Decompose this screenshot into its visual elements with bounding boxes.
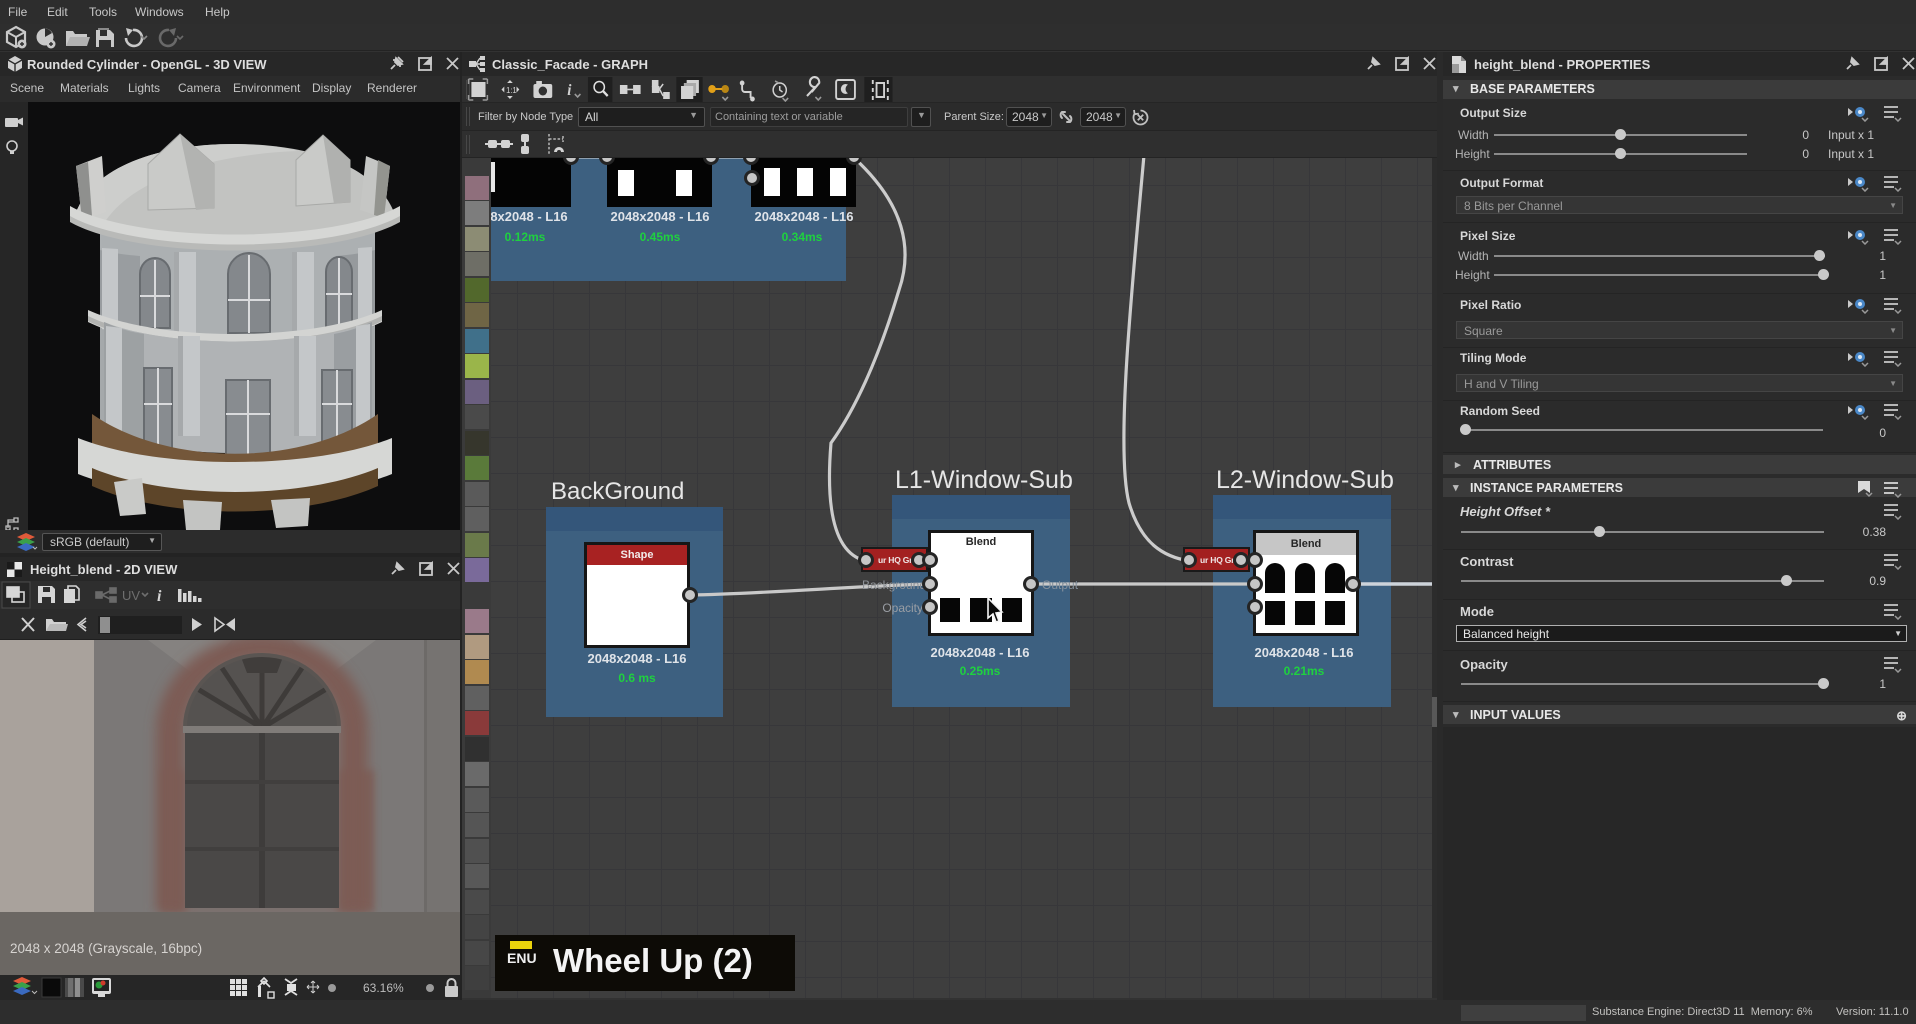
svg-text:i: i <box>157 588 162 605</box>
svg-text:i: i <box>567 82 572 100</box>
svg-text:2048 x 2048 (Grayscale, 16bpc): 2048 x 2048 (Grayscale, 16bpc) <box>10 941 202 956</box>
svg-text:63.16%: 63.16% <box>363 981 404 995</box>
svg-text:1:1: 1:1 <box>506 86 516 95</box>
svg-text:UV: UV <box>122 588 140 603</box>
